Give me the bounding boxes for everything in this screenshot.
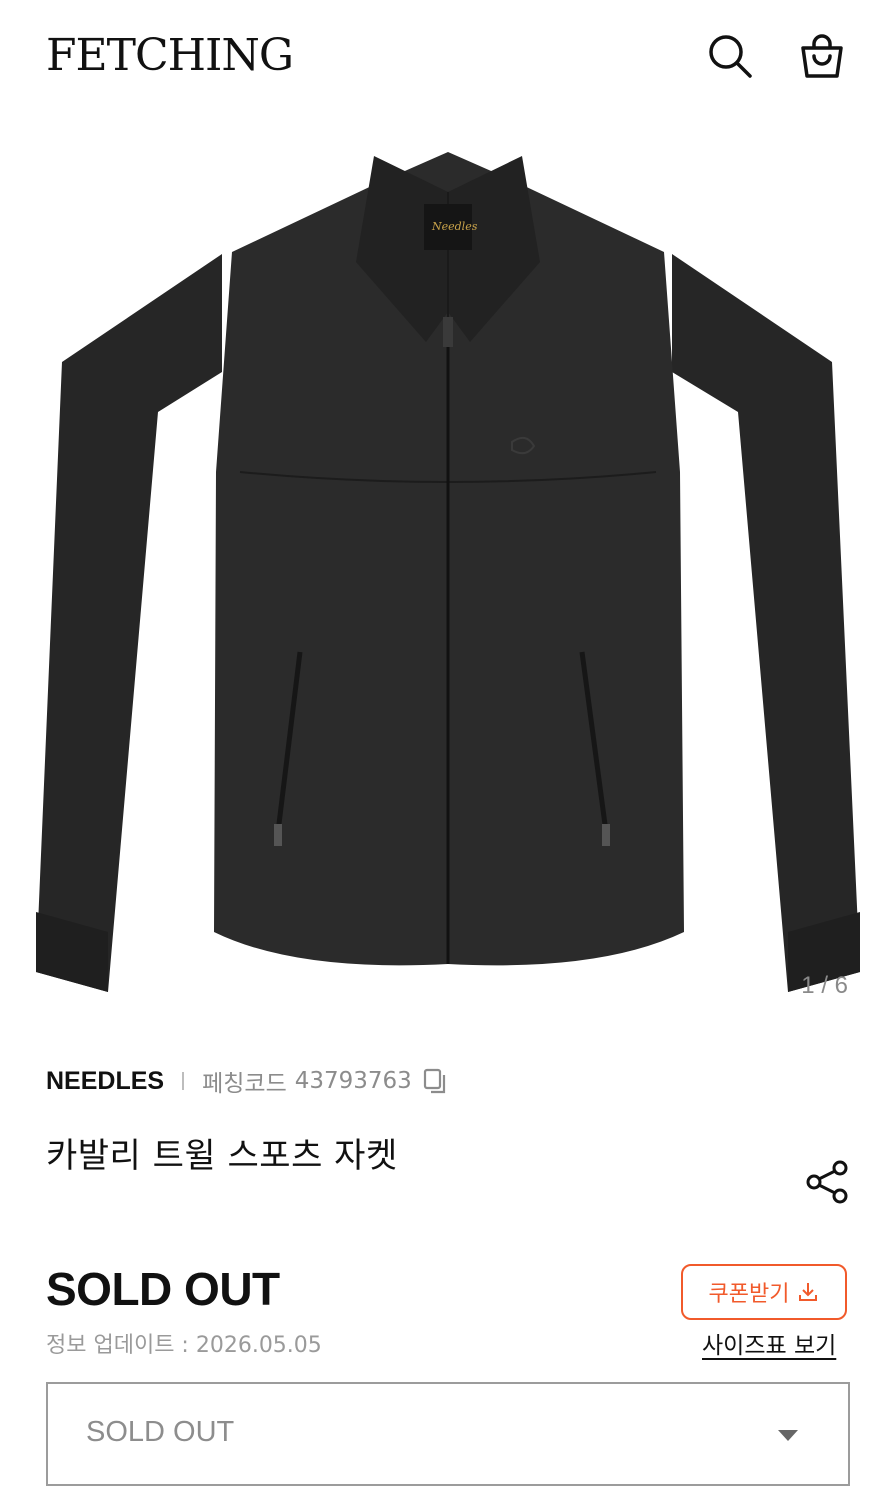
fetching-code-value: 43793763 [294, 1068, 412, 1094]
product-image: Needles [36, 152, 860, 992]
top-header: FETCHING [0, 0, 896, 112]
image-counter: 1 / 6 [801, 972, 848, 999]
price-status: SOLD OUT [46, 1263, 280, 1315]
product-title: 카발리 트윌 스포츠 자켓 [46, 1136, 398, 1176]
search-icon[interactable] [704, 30, 756, 82]
coupon-label: 쿠폰받기 [708, 1282, 790, 1307]
size-chart-link[interactable]: 사이즈표 보기 [702, 1326, 836, 1360]
caret-down-icon [778, 1430, 798, 1441]
shopping-bag-icon[interactable] [796, 30, 848, 82]
download-icon [799, 1283, 818, 1301]
brand-name[interactable]: NEEDLES [46, 1067, 164, 1096]
coupon-button[interactable]: 쿠폰받기 [681, 1264, 847, 1320]
option-select-value: SOLD OUT [86, 1416, 235, 1448]
garment-label-text: Needles [431, 220, 478, 233]
fetching-logo[interactable]: FETCHING [46, 30, 294, 82]
brand-code-row: NEEDLES 페칭코드 43793763 [46, 1064, 450, 1098]
product-image-gallery[interactable]: Needles 1 / 6 [0, 112, 896, 1030]
info-updated: 정보 업데이트 : 2026.05.05 [46, 1333, 322, 1358]
divider [182, 1072, 185, 1090]
fetching-code-label: 페칭코드 [202, 1071, 287, 1097]
share-icon[interactable] [802, 1156, 854, 1208]
copy-icon[interactable] [422, 1067, 450, 1095]
option-select[interactable]: SOLD OUT [46, 1382, 850, 1486]
